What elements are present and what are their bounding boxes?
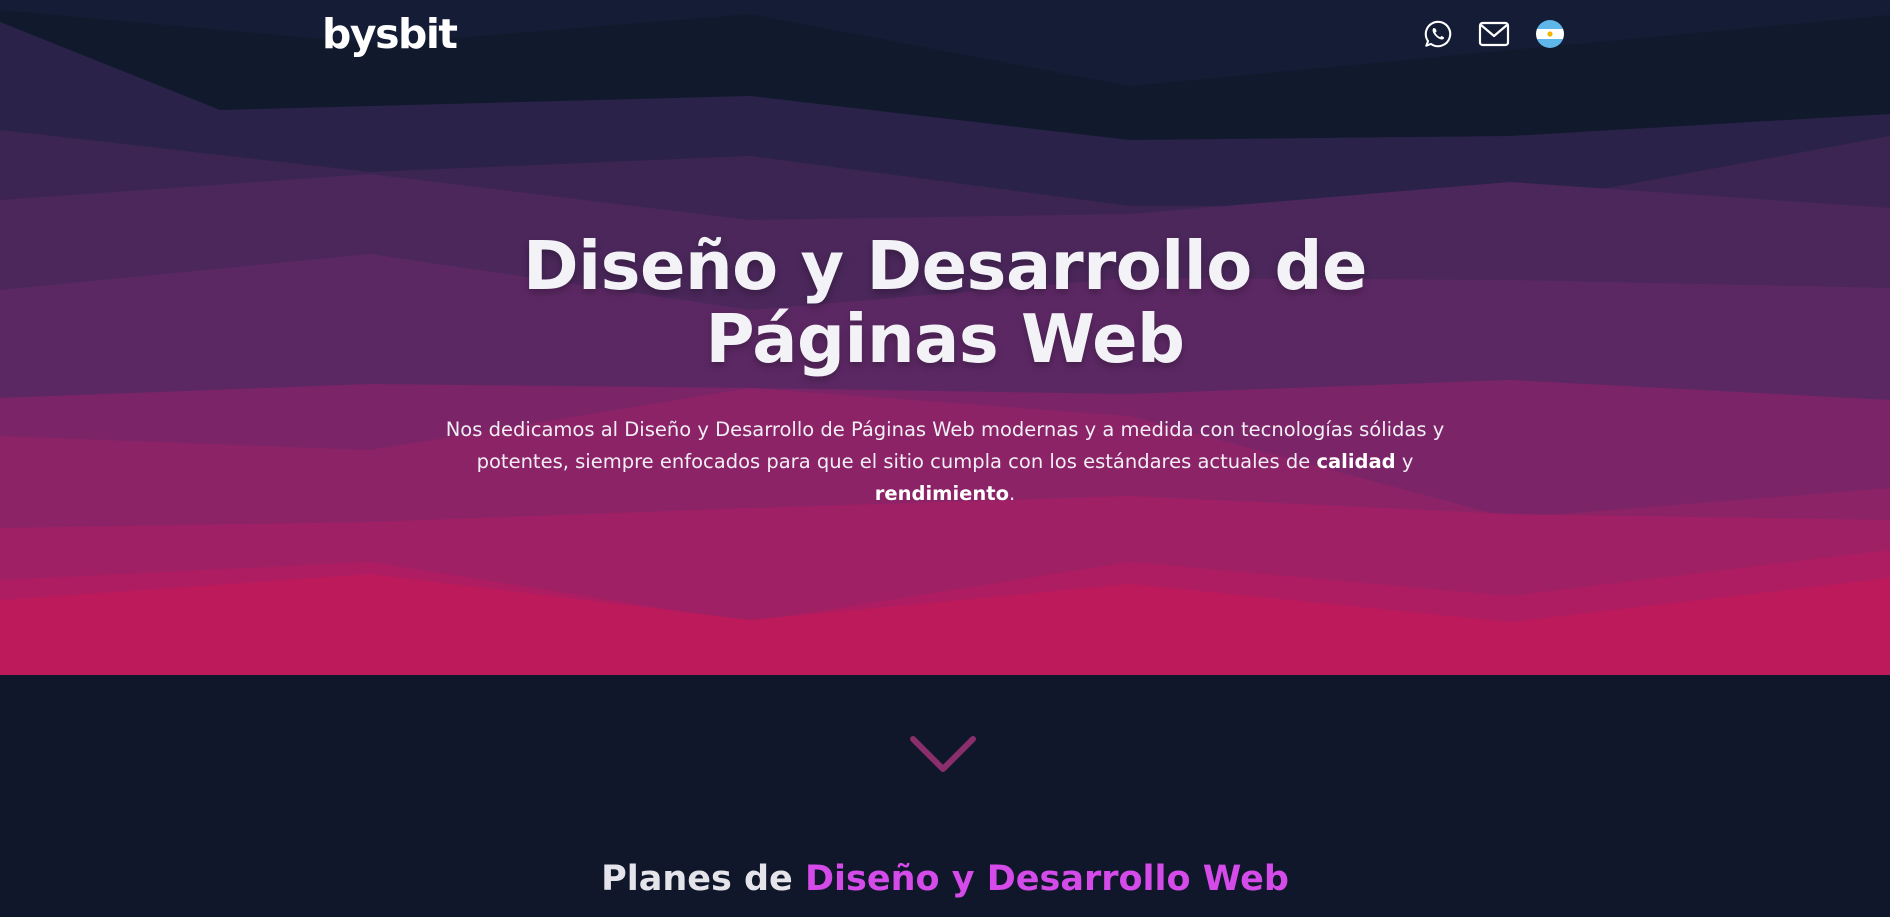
hero-text-part2: y [1395, 450, 1414, 473]
mail-icon[interactable] [1476, 16, 1512, 52]
hero-section: bysbit Diseño y Desarrollo de Páginas We… [0, 0, 1890, 675]
plans-title-accent: Diseño y Desarrollo Web [804, 859, 1289, 899]
plans-title-plain: Planes de [601, 859, 805, 899]
chevron-down-icon[interactable] [909, 733, 977, 777]
hero-title: Diseño y Desarrollo de Páginas Web [445, 230, 1445, 376]
header-icon-bar [1420, 16, 1568, 52]
logo[interactable]: bysbit [322, 8, 458, 60]
site-header: bysbit [0, 0, 1890, 70]
whatsapp-icon[interactable] [1420, 16, 1456, 52]
hero-text-part3: . [1009, 482, 1016, 505]
page: bysbit Diseño y Desarrollo de Páginas We… [0, 0, 1890, 917]
hero-title-line2: Páginas Web [705, 300, 1185, 378]
argentina-flag-icon[interactable] [1532, 16, 1568, 52]
hero-text-bold-calidad: calidad [1316, 450, 1396, 473]
hero-text-bold-rendimiento: rendimiento [874, 482, 1009, 505]
hero-content: Diseño y Desarrollo de Páginas Web Nos d… [0, 230, 1890, 510]
plans-section-title: Planes de Diseño y Desarrollo Web [0, 855, 1890, 903]
hero-description: Nos dedicamos al Diseño y Desarrollo de … [445, 414, 1445, 510]
hero-title-line1: Diseño y Desarrollo de [523, 227, 1367, 305]
hero-text-part1: Nos dedicamos al Diseño y Desarrollo de … [445, 418, 1445, 473]
